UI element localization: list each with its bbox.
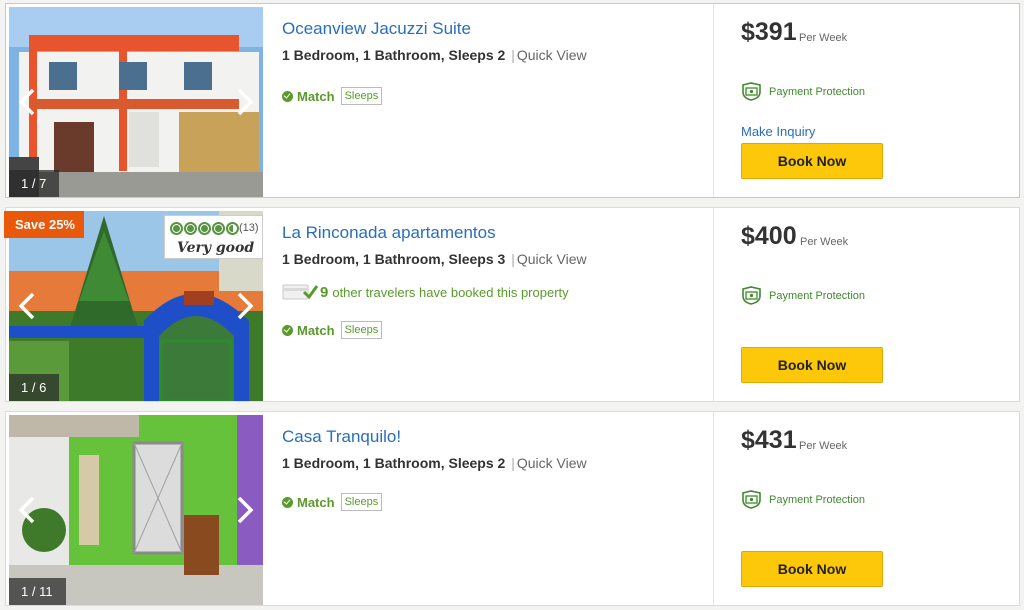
booked-text: other travelers have booked this propert… <box>332 284 569 300</box>
sleeps: Sleeps 2 <box>448 455 506 471</box>
rating-bubble-icon <box>212 222 225 235</box>
payment-protection-label: Payment Protection <box>769 493 865 506</box>
column-divider <box>713 208 714 401</box>
match-row: Match Sleeps <box>282 321 383 339</box>
payment-protection-label: Payment Protection <box>769 85 865 98</box>
listing-title[interactable]: Casa Tranquilo! <box>282 427 401 447</box>
bathrooms: 1 Bathroom, <box>362 251 445 267</box>
rating-count: (13) <box>239 222 259 234</box>
match-row: Match Sleeps <box>282 493 383 511</box>
listing-details: 1 Bedroom, 1 Bathroom, Sleeps 3 | Quick V… <box>282 251 587 267</box>
sleeps: Sleeps 2 <box>448 47 506 63</box>
chevron-right-icon[interactable] <box>233 87 257 117</box>
separator: | <box>511 251 515 267</box>
chevron-left-icon[interactable] <box>15 495 39 525</box>
chevron-left-icon[interactable] <box>15 291 39 321</box>
price-period: Per Week <box>800 236 849 248</box>
sleeps-tag: Sleeps <box>340 87 383 105</box>
payment-protection: Payment Protection <box>741 286 865 305</box>
photo-counter: 1 / 7 <box>9 170 60 197</box>
book-now-button[interactable]: Book Now <box>741 551 883 587</box>
listing-photo[interactable]: 1 / 11 <box>9 415 263 605</box>
listing-photo[interactable]: 1 / 7 <box>9 7 263 197</box>
property-image <box>9 415 263 605</box>
rating-bubble-icon <box>184 222 197 235</box>
sleeps: Sleeps 3 <box>448 251 506 267</box>
photo-counter: 1 / 11 <box>9 578 66 605</box>
column-divider <box>713 412 714 605</box>
quick-view-link[interactable]: Quick View <box>517 47 587 63</box>
property-image <box>9 7 263 197</box>
payment-protection-icon <box>742 82 761 101</box>
check-circle-icon <box>282 496 293 508</box>
payment-protection: Payment Protection <box>741 82 865 101</box>
booked-notice: 9 other travelers have booked this prope… <box>282 283 569 301</box>
check-circle-icon <box>282 90 293 102</box>
payment-protection: Payment Protection <box>741 490 865 509</box>
listing-title[interactable]: Oceanview Jacuzzi Suite <box>282 19 471 39</box>
book-now-button[interactable]: Book Now <box>741 347 883 383</box>
listing-info: Casa Tranquilo! 1 Bedroom, 1 Bathroom, S… <box>282 412 712 605</box>
quick-view-link[interactable]: Quick View <box>517 251 587 267</box>
listing-details: 1 Bedroom, 1 Bathroom, Sleeps 2 | Quick V… <box>282 455 587 471</box>
price-column: $391 Per Week Payment Protection Make In… <box>741 4 1011 197</box>
bathrooms: 1 Bathroom, <box>362 47 445 63</box>
photo-counter: 1 / 6 <box>9 374 60 401</box>
payment-protection-icon <box>742 490 761 509</box>
booked-count: 9 <box>320 283 329 301</box>
price: $431 <box>741 426 797 454</box>
price: $400 <box>741 222 797 250</box>
match-label: Match <box>297 322 335 338</box>
price-column: $431 Per Week Payment Protection Book No… <box>741 412 1011 605</box>
price-period: Per Week <box>799 32 848 44</box>
rating-bubble-icon <box>198 222 211 235</box>
listing-info: Oceanview Jacuzzi Suite 1 Bedroom, 1 Bat… <box>282 4 712 197</box>
rating-widget[interactable]: (13) Very good <box>164 215 263 259</box>
listing-card: Save 25% (13) Very good 1 / 6 La Rincona… <box>4 207 1020 402</box>
listing-title[interactable]: La Rinconada apartamentos <box>282 223 496 243</box>
match-label: Match <box>297 494 335 510</box>
check-circle-icon <box>282 324 293 336</box>
column-divider <box>713 4 714 197</box>
listing-card: 1 / 11 Casa Tranquilo! 1 Bedroom, 1 Bath… <box>5 411 1020 606</box>
payment-protection-icon <box>742 286 761 305</box>
rating-label: Very good <box>177 240 255 256</box>
match-label: Match <box>297 88 335 104</box>
rating-bubble-icon <box>170 222 183 235</box>
chevron-right-icon[interactable] <box>233 291 257 321</box>
price-period: Per Week <box>799 440 848 452</box>
price-column: $400 Per Week Payment Protection Book No… <box>741 208 1011 401</box>
chevron-left-icon[interactable] <box>15 87 39 117</box>
sleeps-tag: Sleeps <box>340 493 383 511</box>
payment-protection-label: Payment Protection <box>769 289 865 302</box>
price: $391 <box>741 18 797 46</box>
listing-info: La Rinconada apartamentos 1 Bedroom, 1 B… <box>282 208 712 401</box>
rating-bubble-icon <box>226 222 239 235</box>
save-badge: Save 25% <box>4 211 84 238</box>
bedrooms: 1 Bedroom, <box>282 455 360 471</box>
separator: | <box>511 47 515 63</box>
credit-card-icon <box>282 284 318 300</box>
bathrooms: 1 Bathroom, <box>362 455 445 471</box>
chevron-right-icon[interactable] <box>233 495 257 525</box>
bedrooms: 1 Bedroom, <box>282 251 360 267</box>
sleeps-tag: Sleeps <box>340 321 383 339</box>
rating-bubbles <box>170 222 239 235</box>
match-row: Match Sleeps <box>282 87 383 105</box>
listing-details: 1 Bedroom, 1 Bathroom, Sleeps 2 | Quick V… <box>282 47 587 63</box>
listing-photo[interactable]: (13) Very good 1 / 6 <box>9 211 263 401</box>
make-inquiry-link[interactable]: Make Inquiry <box>741 124 815 139</box>
listing-card: 1 / 7 Oceanview Jacuzzi Suite 1 Bedroom,… <box>5 3 1020 198</box>
separator: | <box>511 455 515 471</box>
quick-view-link[interactable]: Quick View <box>517 455 587 471</box>
book-now-button[interactable]: Book Now <box>741 143 883 179</box>
bedrooms: 1 Bedroom, <box>282 47 360 63</box>
